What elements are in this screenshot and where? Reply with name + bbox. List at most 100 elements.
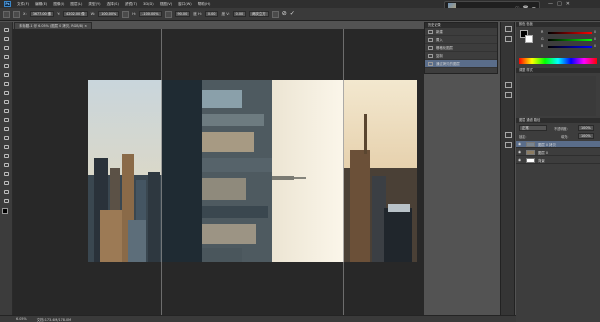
reference-point-icon[interactable] [13,10,20,18]
link-icon[interactable] [122,10,130,18]
history-brush-tool-icon[interactable] [2,107,11,114]
menu-help[interactable]: 帮助(H) [198,2,211,7]
layer-row-selected[interactable]: ◉ 图层 0 拷贝 [516,141,600,148]
lasso-tool-icon[interactable] [2,44,11,51]
window-controls: — □ ✕ [548,1,570,7]
crop-tool-icon[interactable] [2,62,11,69]
visibility-eye-icon[interactable]: ◉ [518,150,523,154]
menu-edit[interactable]: 编辑(E) [35,2,47,7]
menu-select[interactable]: 选择(S) [107,2,119,7]
close-icon[interactable]: ✕ [566,1,570,7]
skew-v-field[interactable]: 0.00 [232,11,247,17]
character-dock-icon[interactable] [505,82,512,88]
background-swatch[interactable] [525,35,533,43]
path-select-tool-icon[interactable] [2,170,11,177]
menu-type[interactable]: 类型(Y) [88,2,100,7]
paragraph-dock-icon[interactable] [505,92,512,98]
healing-brush-tool-icon[interactable] [2,80,11,87]
history-step[interactable]: 新建 [425,28,497,36]
brush-tool-icon[interactable] [2,89,11,96]
fill-label: 填充: [561,135,569,139]
new-doc-icon [428,29,433,34]
vertical-guide[interactable] [343,29,344,315]
pen-tool-icon[interactable] [2,152,11,159]
cancel-transform-icon[interactable]: ⊘ [282,11,287,17]
warp-icon[interactable] [271,10,279,18]
history-panel: 历史记录 新建 置入 栅格化图层 复制 通过拷贝的图层 [424,22,498,74]
menu-view[interactable]: 视图(V) [160,2,172,7]
eyedropper-tool-icon[interactable] [2,71,11,78]
layer-thumbnail [526,157,535,163]
clone-source-dock-icon[interactable] [505,142,512,148]
menu-file[interactable]: 文件(F) [17,2,29,7]
tools-panel [0,22,13,322]
history-step[interactable]: 栅格化图层 [425,44,497,52]
layer-name: 背景 [538,158,545,163]
lock-label: 锁定: [519,135,527,139]
dodge-tool-icon[interactable] [2,143,11,150]
width-field[interactable]: 100.00% [98,11,120,17]
color-spectrum[interactable] [519,58,597,64]
menu-filter[interactable]: 滤镜(T) [125,2,137,7]
vertical-guide[interactable] [161,29,162,315]
history-step-active[interactable]: 通过拷贝的图层 [425,60,497,68]
history-dock-icon[interactable] [505,26,512,32]
transform-tool-icon [3,10,10,18]
blend-mode-select[interactable]: 正常 [519,125,547,131]
x-label: X: [23,12,27,16]
menu-window[interactable]: 窗口(W) [178,2,192,7]
y-field[interactable]: 4202.00 像 [63,11,88,17]
options-bar: X: 3677.00 像 Y: 4202.00 像 W: 100.00% H: … [0,8,600,21]
fill-field[interactable]: 100% [578,133,594,139]
layer-row[interactable]: ◉ 图层 0 [516,149,600,156]
zoom-tool-icon[interactable] [2,197,11,204]
x-field[interactable]: 3677.00 像 [29,11,55,17]
skew-h-field[interactable]: 0.00 [204,11,219,17]
visibility-eye-icon[interactable]: ◉ [518,158,523,162]
height-field[interactable]: -100.00% [139,11,162,17]
document-tab[interactable]: 未标题-1 @ 6.05% (图层 0 拷贝, RGB/8) × [14,22,93,29]
visibility-eye-icon[interactable]: ◉ [518,142,523,146]
eraser-tool-icon[interactable] [2,116,11,123]
document-size[interactable]: 文档:173.4M/178.0M [37,317,71,322]
rotate-icon [164,10,172,18]
green-slider[interactable] [548,39,592,41]
adjustments-panel-title: 调整 样式 [516,68,600,73]
marquee-tool-icon[interactable] [2,35,11,42]
layers-panel-title: 图层 通道 路径 [516,118,600,123]
blue-slider[interactable] [548,46,592,48]
maximize-icon[interactable]: □ [557,1,562,7]
blue-value[interactable]: 0 [594,44,596,48]
menu-3d[interactable]: 3D(D) [143,2,154,6]
opacity-label: 不透明度: [554,127,568,131]
minimize-icon[interactable]: — [548,1,553,7]
menu-layer[interactable]: 图层(L) [70,2,82,7]
gradient-tool-icon[interactable] [2,125,11,132]
zoom-level[interactable]: 6.05% [16,317,27,321]
angle-field[interactable]: 90.00 [174,11,191,17]
opacity-field[interactable]: 100% [578,125,594,131]
history-step[interactable]: 置入 [425,36,497,44]
clone-stamp-tool-icon[interactable] [2,98,11,105]
properties-dock-icon[interactable] [505,36,512,42]
layer-row[interactable]: ◉ 背景 [516,157,600,164]
interpolation-select[interactable]: 两次立方 [249,11,269,17]
move-tool-icon[interactable] [2,26,11,33]
green-value[interactable]: 0 [594,37,596,41]
layer-via-copy-icon [428,61,433,66]
foreground-color-swatch[interactable] [2,208,8,214]
quick-select-tool-icon[interactable] [2,53,11,60]
photoshop-logo-icon: Ps [4,1,11,7]
hand-tool-icon[interactable] [2,188,11,195]
document-canvas[interactable] [88,80,417,262]
brush-dock-icon[interactable] [505,132,512,138]
blur-tool-icon[interactable] [2,134,11,141]
commit-transform-icon[interactable]: ✓ [290,11,295,17]
red-value[interactable]: 0 [594,30,596,34]
h-label: H: [132,12,137,16]
shape-tool-icon[interactable] [2,179,11,186]
history-step[interactable]: 复制 [425,52,497,60]
red-slider[interactable] [548,32,592,34]
type-tool-icon[interactable] [2,161,11,168]
menu-image[interactable]: 图像(I) [53,2,64,7]
